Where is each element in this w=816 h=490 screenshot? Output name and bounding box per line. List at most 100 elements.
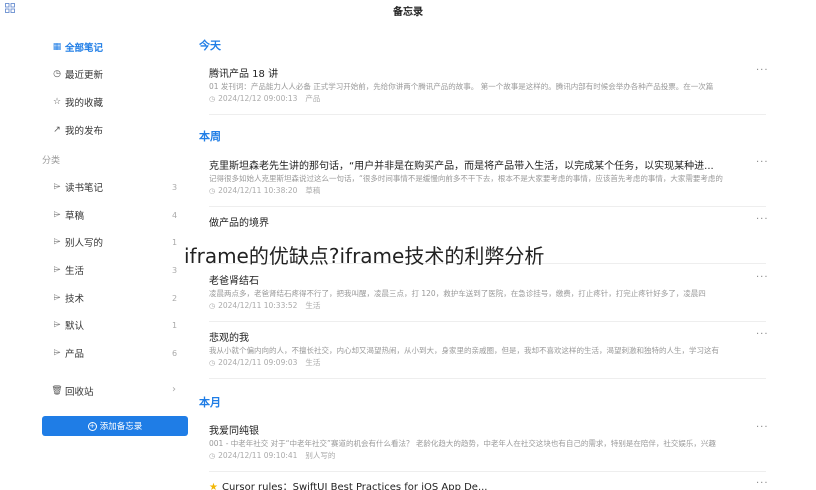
note-item[interactable]: 腾讯产品 18 讲 01 发刊词：产品能力人人必备 正式学习开始前，先给你讲两个… [209, 65, 769, 104]
note-meta: ◷ 2024/12/11 09:09:03 生活 [209, 357, 769, 368]
note-title: 悲观的我 [209, 333, 249, 343]
sidebar-item-trash[interactable]: 🗑 回收站 [51, 383, 94, 399]
tag-icon: ⌲ [53, 210, 61, 220]
category-label: 生活 [65, 266, 85, 277]
category-label: 默认 [65, 321, 85, 332]
category-count: 4 [172, 211, 178, 220]
more-icon[interactable]: ··· [756, 422, 769, 433]
category-count: 6 [172, 349, 178, 358]
category-item[interactable]: ⌲ 生活 [52, 262, 84, 278]
note-meta: ◷ 2024/12/11 10:38:20 草稿 [209, 185, 769, 196]
clock-icon: ◷ [209, 301, 216, 310]
trash-icon: 🗑 [51, 386, 63, 396]
more-icon[interactable]: ··· [756, 272, 769, 283]
divider [209, 206, 766, 207]
divider [209, 263, 766, 264]
note-item[interactable]: 我爱同纯银 001 - 中老年社交 对于“中老年社交”赛道的机会有什么看法？ 老… [209, 422, 769, 461]
more-icon[interactable]: ··· [756, 329, 769, 340]
note-title: 做产品的境界 [209, 218, 269, 228]
notes-app: 备忘录 ▦ 全部笔记 ◷ 最近更新 ☆ 我的收藏 ↗ 我的发布 分类 ⌲ 读书笔… [0, 0, 816, 490]
note-snippet: 记得很多如始人克里斯坦森说过这么一句话，“很多时间事情不是缓慢向前多不干下去，根… [209, 174, 723, 183]
note-title: 老爸肾结石 [209, 276, 259, 286]
note-snippet: 001 - 中老年社交 对于“中老年社交”赛道的机会有什么看法？ 老龄化趋大的趋… [209, 439, 716, 448]
divider [209, 321, 766, 322]
more-icon[interactable]: ··· [756, 65, 769, 76]
note-tag: 生活 [305, 301, 321, 310]
note-item[interactable]: 做产品的境界 [209, 214, 769, 228]
note-time: 2024/12/11 10:38:20 [218, 186, 298, 195]
category-item[interactable]: ⌲ 草稿 [52, 207, 84, 223]
category-item[interactable]: ⌲ 技术 [52, 290, 84, 306]
note-title: 克里斯坦森老先生讲的那句话，“用户并非是在购买产品，而是将产品带入生活，以完成某… [209, 161, 714, 171]
tag-icon: ⌲ [53, 237, 61, 247]
note-title: 我爱同纯银 [209, 426, 259, 436]
clock-icon: ◷ [209, 94, 216, 103]
category-count: 3 [172, 183, 178, 192]
note-item[interactable]: 克里斯坦森老先生讲的那句话，“用户并非是在购买产品，而是将产品带入生活，以完成某… [209, 157, 769, 196]
category-label: 读书笔记 [65, 183, 104, 194]
section-this-month: 本月 [199, 396, 221, 409]
note-time: 2024/12/12 09:00:13 [218, 94, 298, 103]
sidebar-item-published[interactable]: ↗ 我的发布 [52, 122, 103, 138]
category-count: 3 [172, 266, 178, 275]
note-item[interactable]: 悲观的我 我从小就个偏内向的人，不擅长社交，内心却又渴望热闹，从小到大，身家里的… [209, 329, 769, 368]
star-icon: ★ [209, 482, 218, 490]
notes-list: 今天 腾讯产品 18 讲 01 发刊词：产品能力人人必备 正式学习开始前，先给你… [196, 22, 816, 490]
note-item[interactable]: 老爸肾结石 凌晨两点多，老爸肾结石疼得不行了，把我叫醒，凌晨三点，打 120，救… [209, 272, 769, 311]
tag-icon: ⌲ [53, 293, 61, 303]
note-snippet: 我从小就个偏内向的人，不擅长社交，内心却又渴望热闹，从小到大，身家里的亲戚圈，但… [209, 346, 719, 355]
note-tag: 别人写的 [305, 451, 336, 460]
clock-icon: ◷ [53, 69, 61, 79]
sidebar-item-label: 最近更新 [65, 70, 104, 81]
divider [209, 471, 766, 472]
sidebar: ▦ 全部笔记 ◷ 最近更新 ☆ 我的收藏 ↗ 我的发布 分类 ⌲ 读书笔记 3 … [0, 22, 196, 490]
note-title: 腾讯产品 18 讲 [209, 69, 279, 79]
sidebar-item-all-notes[interactable]: ▦ 全部笔记 [52, 39, 103, 55]
category-item[interactable]: ⌲ 默认 [52, 317, 84, 333]
clock-icon: ◷ [209, 358, 216, 367]
sidebar-item-label: 回收站 [65, 387, 94, 398]
category-count: 1 [172, 238, 178, 247]
category-label: 技术 [65, 294, 85, 305]
plus-icon: + [87, 421, 97, 431]
category-count: 1 [172, 321, 178, 330]
section-this-week: 本周 [199, 130, 221, 143]
tag-icon: ⌲ [53, 182, 61, 192]
notes-icon: ▦ [52, 42, 62, 52]
sidebar-item-label: 全部笔记 [65, 43, 104, 54]
sidebar-item-recent[interactable]: ◷ 最近更新 [52, 66, 103, 82]
star-icon: ☆ [52, 97, 62, 107]
note-tag: 生活 [305, 358, 321, 367]
section-today: 今天 [199, 39, 221, 52]
title-bar: 备忘录 [0, 0, 816, 22]
add-note-button[interactable]: + 添加备忘录 [42, 416, 188, 436]
note-time: 2024/12/11 10:33:52 [218, 301, 298, 310]
more-icon[interactable]: ··· [756, 214, 769, 225]
note-snippet: 01 发刊词：产品能力人人必备 正式学习开始前，先给你讲两个腾讯产品的故事。 第… [209, 82, 714, 91]
category-item[interactable]: ⌲ 别人写的 [52, 234, 103, 250]
tag-icon: ⌲ [53, 348, 61, 358]
category-count: 2 [172, 294, 178, 303]
category-label: 产品 [65, 349, 85, 360]
note-title: ★ Cursor rules：SwiftUI Best Practices for… [209, 478, 769, 490]
note-time: 2024/12/11 09:09:03 [218, 358, 298, 367]
chevron-right-icon[interactable]: › [172, 384, 176, 395]
note-meta: ◷ 2024/12/11 10:33:52 生活 [209, 300, 769, 311]
sidebar-item-favorites[interactable]: ☆ 我的收藏 [52, 94, 103, 110]
sidebar-item-label: 我的收藏 [65, 98, 104, 109]
note-item[interactable]: ★ Cursor rules：SwiftUI Best Practices for… [209, 478, 769, 490]
category-label: 别人写的 [65, 238, 104, 249]
note-tag: 产品 [305, 94, 321, 103]
category-item[interactable]: ⌲ 读书笔记 [52, 179, 103, 195]
category-item[interactable]: ⌲ 产品 [52, 345, 84, 361]
more-icon[interactable]: ··· [756, 478, 769, 489]
note-meta: ◷ 2024/12/11 09:10:41 别人写的 [209, 450, 769, 461]
divider [209, 114, 766, 115]
app-title: 备忘录 [393, 7, 423, 18]
category-label: 草稿 [65, 211, 85, 222]
more-icon[interactable]: ··· [756, 157, 769, 168]
sidebar-item-label: 我的发布 [65, 126, 104, 137]
category-header: 分类 [42, 156, 61, 166]
note-title-text: Cursor rules：SwiftUI Best Practices for … [221, 482, 488, 490]
note-snippet: 凌晨两点多，老爸肾结石疼得不行了，把我叫醒，凌晨三点，打 120，救护车送到了医… [209, 289, 706, 298]
